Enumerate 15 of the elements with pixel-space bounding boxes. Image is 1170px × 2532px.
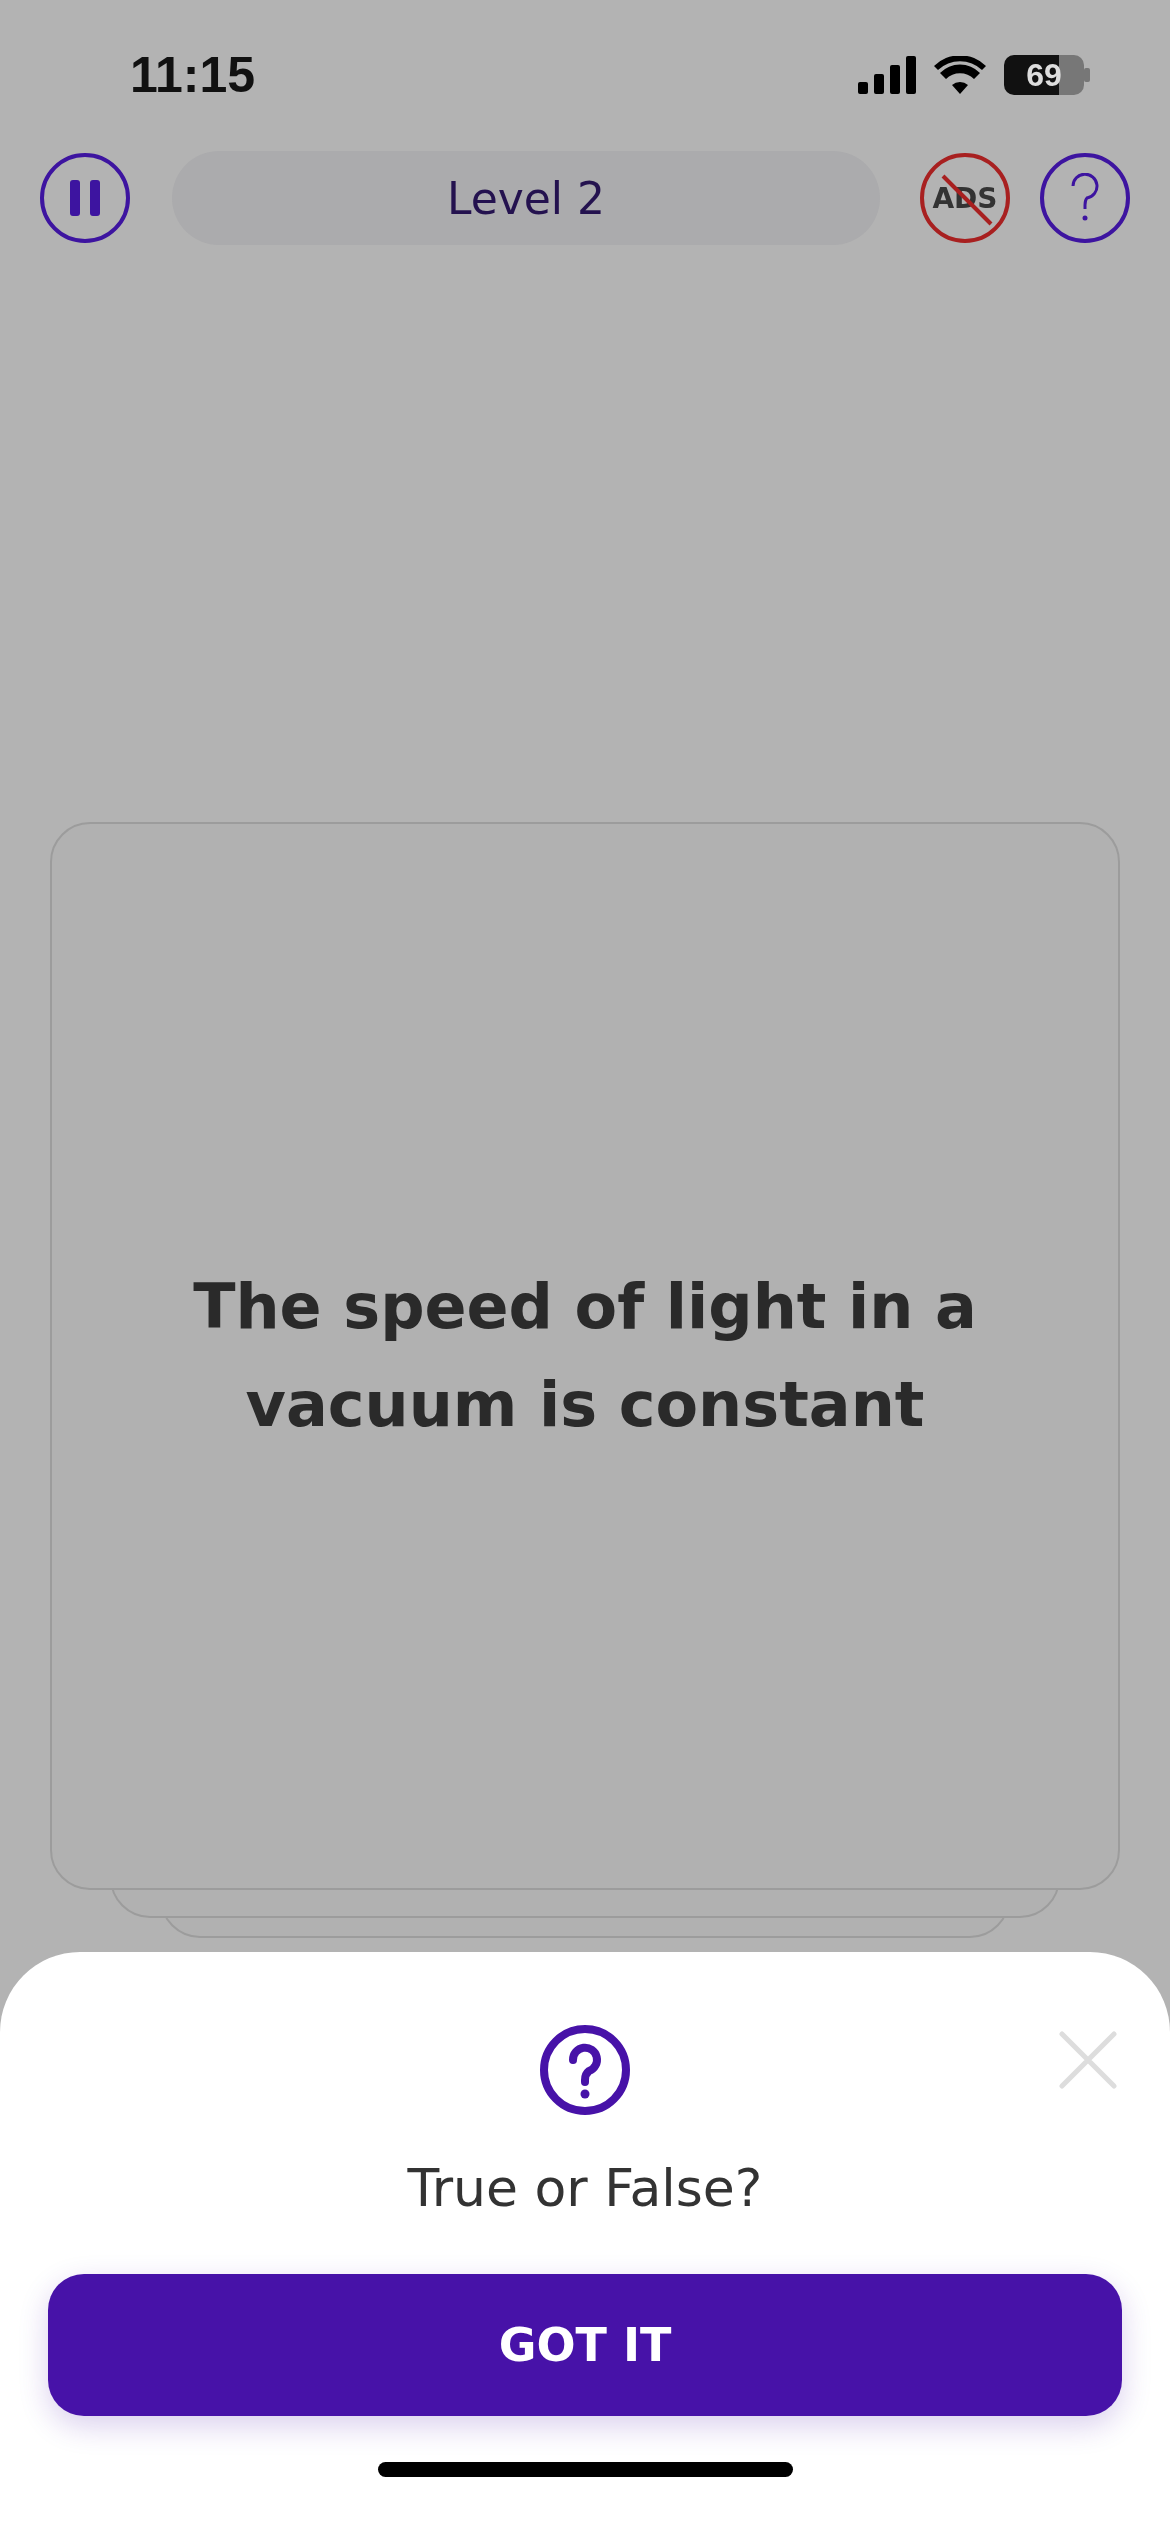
pause-button[interactable] <box>40 153 130 243</box>
pause-icon <box>70 180 100 216</box>
status-time: 11:15 <box>130 46 256 104</box>
question-mark-icon <box>1070 173 1100 223</box>
wifi-icon <box>934 56 986 94</box>
signal-icon <box>858 56 916 94</box>
statement-text: The speed of light in a vacuum is constant <box>192 1269 978 1443</box>
battery-cap-icon <box>1084 68 1090 82</box>
close-icon <box>1058 2030 1118 2090</box>
sheet-title: True or False? <box>407 2158 763 2218</box>
battery-level: 69 <box>1004 55 1084 95</box>
question-circle-icon <box>539 2024 631 2116</box>
level-title: Level 2 <box>446 172 606 224</box>
help-button[interactable] <box>1040 153 1130 243</box>
got-it-button[interactable]: GOT IT <box>48 2274 1122 2416</box>
